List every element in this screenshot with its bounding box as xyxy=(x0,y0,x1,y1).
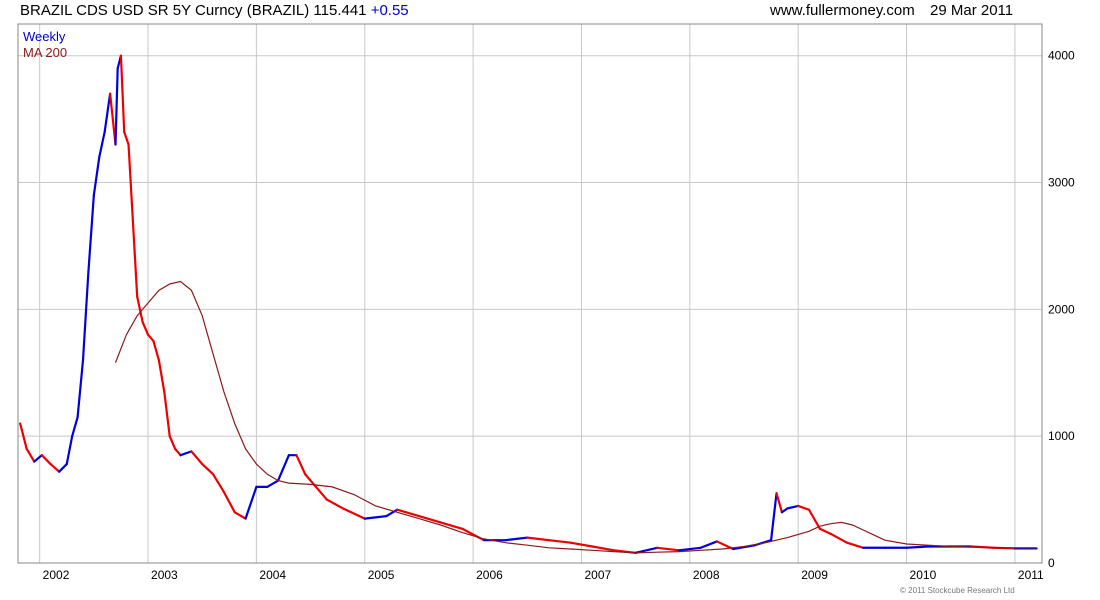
weekly-price-segment xyxy=(656,546,681,552)
weekly-price-segment xyxy=(233,511,247,520)
x-tick-label: 2002 xyxy=(43,568,70,582)
weekly-price-segment xyxy=(179,450,193,457)
weekly-price-segment xyxy=(131,219,139,298)
weekly-price-segment xyxy=(98,130,106,159)
x-tick-label: 2004 xyxy=(259,568,286,582)
weekly-price-segment xyxy=(363,514,388,520)
weekly-price-segment xyxy=(276,454,290,482)
weekly-price-segment xyxy=(829,532,849,544)
weekly-price-segment xyxy=(58,462,68,473)
y-tick-label: 3000 xyxy=(1048,176,1075,190)
y-tick-label: 1000 xyxy=(1048,429,1075,443)
copyright-notice: © 2011 Stockcube Research Ltd xyxy=(900,586,1015,595)
grid-lines xyxy=(18,24,1042,564)
weekly-price-segment xyxy=(33,454,43,463)
x-tick-label: 2003 xyxy=(151,568,178,582)
weekly-price-segment xyxy=(699,540,719,549)
legend-weekly: Weekly xyxy=(23,29,66,44)
weekly-price-segment xyxy=(81,270,90,362)
weekly-price-segment xyxy=(76,358,85,419)
weekly-price-segment xyxy=(92,156,101,197)
weekly-price-segment xyxy=(845,541,865,549)
weekly-price-segment xyxy=(314,485,328,501)
legend-ma200: MA 200 xyxy=(23,45,68,60)
weekly-price-segment xyxy=(174,447,182,457)
y-tick-label: 0 xyxy=(1048,556,1055,570)
weekly-price-segment xyxy=(190,450,204,466)
weekly-price-segment xyxy=(119,54,126,133)
weekly-price-segment xyxy=(168,435,177,450)
weekly-price-segment xyxy=(201,462,215,476)
y-tick-label: 2000 xyxy=(1048,302,1075,316)
x-tick-label: 2008 xyxy=(693,568,720,582)
price-chart: 01000200030004000 2002 2003 2004 2005 2006 20… xyxy=(17,23,1075,582)
weekly-price-segment xyxy=(87,194,95,273)
weekly-price-segment xyxy=(123,130,130,146)
y-tick-label: 4000 xyxy=(1048,49,1075,63)
weekly-price-segment xyxy=(341,507,366,520)
weekly-price-segment xyxy=(141,320,150,336)
weekly-price-segment xyxy=(775,492,784,514)
weekly-price-segment xyxy=(211,473,225,494)
weekly-price-segment xyxy=(152,339,160,362)
weekly-price-segment xyxy=(114,67,119,146)
x-tick-label: 2010 xyxy=(910,568,937,582)
weekly-price-segment xyxy=(103,92,112,133)
weekly-price-segment xyxy=(49,462,61,473)
weekly-price-segment xyxy=(770,492,778,542)
weekly-price-segment xyxy=(65,435,74,466)
weekly-price-segment xyxy=(40,454,52,466)
weekly-price-segment xyxy=(157,358,166,393)
weekly-price-segment xyxy=(807,508,821,530)
plot-frame xyxy=(17,23,1043,564)
weekly-price-segment xyxy=(526,536,551,542)
x-tick-label: 2005 xyxy=(368,568,395,582)
weekly-price-segment xyxy=(591,545,616,552)
weekly-price-segment xyxy=(163,390,171,438)
weekly-price-segment xyxy=(71,416,79,438)
chart-legend: Weekly MA 200 xyxy=(23,29,67,61)
x-tick-label: 2007 xyxy=(584,568,611,582)
x-tick-label: 2006 xyxy=(476,568,503,582)
weekly-price-segment xyxy=(786,504,800,510)
x-tick-label: 2011 xyxy=(1018,568,1044,582)
weekly-price-segment xyxy=(266,479,280,489)
weekly-price-segment xyxy=(325,498,345,510)
weekly-price-segment xyxy=(905,545,930,549)
ma200-line xyxy=(114,280,1037,554)
weekly-price-segment xyxy=(818,527,832,535)
weekly-price-segment xyxy=(504,536,529,542)
weekly-price-segment xyxy=(146,333,155,343)
x-axis: 2002 2003 2004 2005 2006 2007 2008 2009 2010 2011 xyxy=(43,568,1044,582)
weekly-price-segment xyxy=(244,485,258,520)
x-tick-label: 2009 xyxy=(801,568,828,582)
weekly-price-segment xyxy=(295,454,307,476)
series-layer xyxy=(19,54,1038,554)
weekly-price-segment xyxy=(222,490,236,514)
weekly-price-segment xyxy=(797,504,811,511)
weekly-price-segment xyxy=(547,539,572,544)
y-axis: 0 1000 2000 3000 4000 xyxy=(1048,49,1075,570)
weekly-price-segment xyxy=(25,447,36,463)
